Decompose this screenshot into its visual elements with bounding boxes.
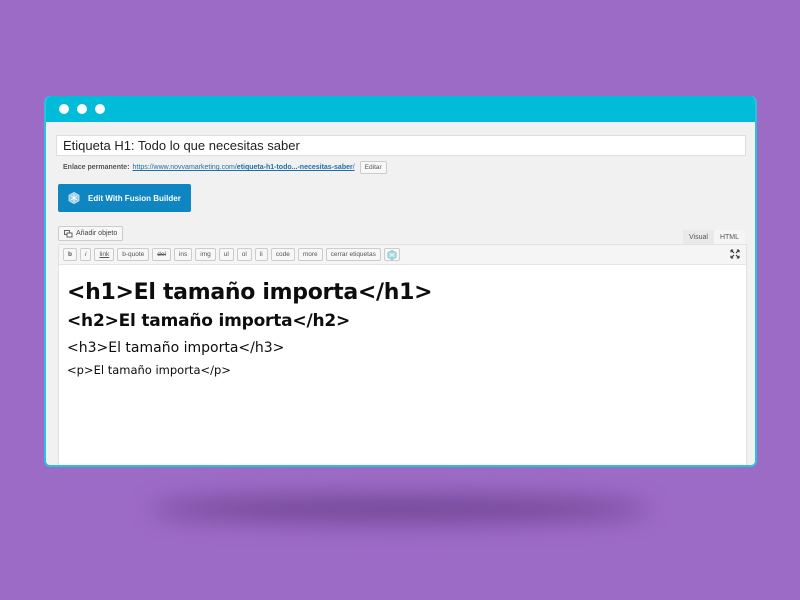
quicktag-ins[interactable]: ins	[173, 248, 193, 261]
quicktag-img[interactable]: img	[195, 248, 216, 261]
window-drop-shadow	[150, 496, 650, 522]
quicktag-close-tags[interactable]: cerrar etiquetas	[325, 248, 381, 261]
permalink-row: Enlace permanente: https://www.novvamark…	[63, 161, 387, 174]
quicktag-ol[interactable]: ol	[236, 248, 252, 261]
browser-window: Etiqueta H1: Todo lo que necesitas saber…	[44, 96, 757, 467]
window-titlebar	[46, 96, 755, 122]
window-maximize-dot[interactable]	[95, 104, 105, 114]
content-line-h3: <h3>El tamaño importa</h3>	[67, 340, 285, 356]
quicktag-more[interactable]: more	[297, 248, 323, 261]
permalink-slug: etiqueta-h1-todo...-necesitas-saber	[236, 164, 353, 171]
permalink-url-suffix: /	[352, 164, 355, 171]
tab-visual[interactable]: Visual	[682, 230, 714, 245]
quicktag-li[interactable]: li	[254, 248, 268, 261]
content-line-h2: <h2>El tamaño importa</h2>	[67, 311, 351, 331]
window-minimize-dot[interactable]	[77, 104, 87, 114]
quicktag-ul[interactable]: ul	[218, 248, 234, 261]
quicktag-fusion-shortcode[interactable]	[383, 248, 400, 261]
post-title-input[interactable]: Etiqueta H1: Todo lo que necesitas saber	[56, 135, 746, 156]
permalink-link[interactable]: https://www.novvamarketing.com/etiqueta-…	[133, 164, 355, 171]
edit-permalink-button[interactable]: Editar	[359, 161, 387, 174]
permalink-label: Enlace permanente:	[63, 164, 130, 171]
window-close-dot[interactable]	[59, 104, 69, 114]
add-media-button[interactable]: Añadir objeto	[58, 226, 124, 241]
quicktags-toolbar: b i link b-quote del ins img ul ol li co…	[59, 245, 746, 265]
add-media-label: Añadir objeto	[76, 230, 118, 237]
html-text-content[interactable]: <h1>El tamaño importa</h1> <h2>El tamaño…	[59, 265, 746, 393]
fusion-builder-button[interactable]: Edit With Fusion Builder	[58, 184, 191, 212]
quicktag-bold[interactable]: b	[63, 248, 77, 261]
quicktag-blockquote[interactable]: b-quote	[117, 248, 150, 261]
media-icon	[64, 229, 73, 237]
content-line-p: <p>El tamaño importa</p>	[67, 363, 231, 377]
tab-html[interactable]: HTML	[713, 230, 745, 245]
quicktag-del[interactable]: del	[152, 248, 171, 261]
fusion-builder-icon	[68, 192, 80, 204]
editor-area: b i link b-quote del ins img ul ol li co…	[58, 244, 747, 465]
quicktag-link[interactable]: link	[94, 248, 115, 261]
content-line-h1: <h1>El tamaño importa</h1>	[67, 280, 433, 305]
quicktag-italic[interactable]: i	[79, 248, 92, 261]
editor-mode-tabs: Visual HTML	[682, 230, 745, 245]
fullscreen-expand-icon[interactable]	[730, 249, 740, 259]
quicktag-code[interactable]: code	[270, 248, 295, 261]
fusion-builder-label: Edit With Fusion Builder	[88, 193, 181, 203]
permalink-url-prefix: https://www.novvamarketing.com/	[132, 164, 237, 171]
fusion-shortcode-icon	[387, 249, 397, 260]
